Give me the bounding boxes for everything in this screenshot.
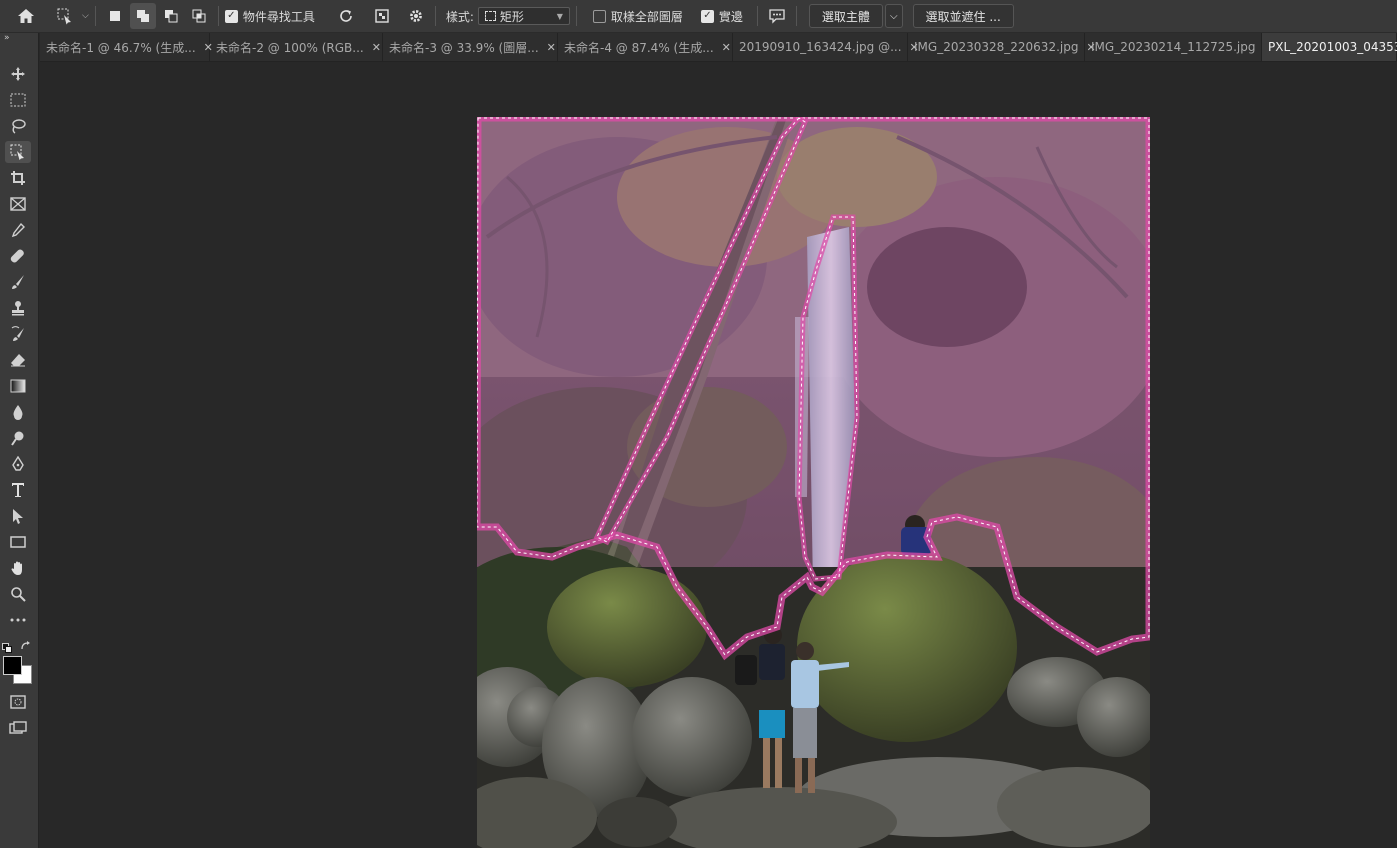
- select-subject-dropdown[interactable]: ⌵: [884, 4, 903, 28]
- document-tabs: 未命名-1 @ 46.7% (生成... ✕ 未命名-2 @ 100% (RGB.…: [40, 33, 1397, 62]
- divider: [434, 6, 436, 26]
- tab-label: 未命名-4 @ 87.4% (生成...: [564, 40, 714, 55]
- healing-brush-icon[interactable]: [5, 245, 31, 267]
- chevron-down-icon: ▼: [556, 11, 563, 21]
- swap-colors-icon[interactable]: [20, 637, 32, 650]
- divider: [217, 6, 219, 26]
- feedback-icon[interactable]: [764, 3, 790, 29]
- document-image[interactable]: [477, 117, 1150, 848]
- collapse-panel-icon[interactable]: »: [4, 33, 10, 43]
- clone-stamp-icon[interactable]: [5, 297, 31, 319]
- eyedropper-tool-icon[interactable]: [5, 219, 31, 241]
- close-icon[interactable]: ✕: [722, 41, 731, 54]
- rectangle-icon: [484, 11, 496, 21]
- close-icon[interactable]: ✕: [372, 41, 381, 54]
- tools-panel: »: [0, 33, 39, 848]
- marquee-tool-icon[interactable]: [5, 89, 31, 111]
- hard-edge-checkbox[interactable]: ✓ 實邊: [700, 8, 743, 25]
- tab-label: 未命名-3 @ 33.9% (圖層...: [389, 40, 539, 55]
- add-to-selection-icon[interactable]: [129, 3, 156, 29]
- tab-document-7[interactable]: IMG_20230214_112725.jpg✕: [1085, 33, 1273, 61]
- move-tool-icon[interactable]: [5, 63, 31, 85]
- tab-document-active[interactable]: PXL_20201003_04353201: [1262, 33, 1397, 61]
- close-icon[interactable]: ✕: [547, 41, 556, 54]
- home-icon[interactable]: [13, 3, 39, 29]
- frame-tool-icon[interactable]: [5, 193, 31, 215]
- tab-label: 未命名-2 @ 100% (RGB...: [216, 40, 364, 55]
- style-select[interactable]: 矩形 ▼: [477, 7, 570, 25]
- tab-document-1[interactable]: 未命名-1 @ 46.7% (生成... ✕: [40, 33, 213, 61]
- blur-tool-icon[interactable]: [5, 401, 31, 423]
- divider: [94, 6, 96, 26]
- new-selection-icon[interactable]: [102, 3, 128, 29]
- chevron-down-icon: ⌵: [889, 10, 898, 22]
- sample-all-layers-checkbox[interactable]: 取樣全部圖層: [592, 8, 683, 25]
- show-all-objects-icon[interactable]: [369, 3, 395, 29]
- more-tools-icon[interactable]: [5, 609, 31, 631]
- style-label: 樣式:: [445, 9, 474, 24]
- divider: [575, 6, 577, 26]
- object-finder-checkbox[interactable]: ✓ 物件尋找工具: [224, 8, 315, 25]
- style-select-value: 矩形: [499, 9, 524, 24]
- select-subject-label: 選取主體: [821, 9, 870, 24]
- waterfall-photo: [477, 117, 1150, 848]
- chevron-down-icon[interactable]: ⌵: [82, 11, 89, 21]
- intersect-selection-icon[interactable]: [186, 3, 212, 29]
- crop-tool-icon[interactable]: [5, 167, 31, 189]
- brush-tool-icon[interactable]: [5, 271, 31, 293]
- divider: [795, 6, 797, 26]
- checkbox-checked-icon: ✓: [700, 9, 714, 23]
- options-bar: ⌵ ✓ 物件尋找工具 樣式: 矩形 ▼ 取樣全部圖層 ✓ 實邊 選取主體 ⌵ 選…: [0, 0, 1397, 33]
- gradient-tool-icon[interactable]: [5, 375, 31, 397]
- default-colors-icon[interactable]: [2, 638, 12, 653]
- dodge-tool-icon[interactable]: [5, 427, 31, 449]
- hand-tool-icon[interactable]: [5, 557, 31, 579]
- path-selection-icon[interactable]: [5, 505, 31, 527]
- gear-icon[interactable]: [403, 3, 429, 29]
- subtract-from-selection-icon[interactable]: [158, 3, 184, 29]
- tab-label: 未命名-1 @ 46.7% (生成...: [46, 40, 196, 55]
- foreground-color-swatch[interactable]: [3, 656, 22, 675]
- select-and-mask-label: 選取並遮住 ...: [925, 9, 1001, 24]
- pen-tool-icon[interactable]: [5, 453, 31, 475]
- object-selection-icon[interactable]: [52, 3, 78, 29]
- history-brush-icon[interactable]: [5, 323, 31, 345]
- object-selection-tool-icon[interactable]: [5, 141, 31, 163]
- screen-mode-icon[interactable]: [5, 717, 31, 739]
- tab-document-2[interactable]: 未命名-2 @ 100% (RGB... ✕: [210, 33, 383, 61]
- refresh-icon[interactable]: [333, 3, 359, 29]
- divider: [756, 6, 758, 26]
- tab-label: IMG_20230328_220632.jpg: [914, 40, 1079, 54]
- tab-document-6[interactable]: IMG_20230328_220632.jpg ✕: [908, 33, 1096, 61]
- zoom-tool-icon[interactable]: [5, 583, 31, 605]
- select-and-mask-button[interactable]: 選取並遮住 ...: [912, 4, 1014, 28]
- hard-edge-label: 實邊: [718, 9, 743, 24]
- tab-document-4[interactable]: 未命名-4 @ 87.4% (生成... ✕: [558, 33, 733, 61]
- tab-label: 20190910_163424.jpg @...: [739, 40, 902, 54]
- type-tool-icon[interactable]: [5, 479, 31, 501]
- lasso-tool-icon[interactable]: [5, 115, 31, 137]
- checkbox-checked-icon: ✓: [224, 9, 238, 23]
- object-finder-label: 物件尋找工具: [242, 9, 315, 24]
- select-subject-button[interactable]: 選取主體: [808, 4, 883, 28]
- rectangle-tool-icon[interactable]: [5, 531, 31, 553]
- tab-document-5[interactable]: 20190910_163424.jpg @... ✕: [733, 33, 919, 61]
- checkbox-unchecked-icon: [592, 9, 606, 23]
- quick-mask-icon[interactable]: [5, 691, 31, 713]
- tab-document-3[interactable]: 未命名-3 @ 33.9% (圖層... ✕: [383, 33, 558, 61]
- tab-label: PXL_20201003_04353201: [1268, 40, 1397, 54]
- eraser-tool-icon[interactable]: [5, 349, 31, 371]
- tab-label: IMG_20230214_112725.jpg: [1091, 40, 1256, 54]
- sample-all-layers-label: 取樣全部圖層: [610, 9, 683, 24]
